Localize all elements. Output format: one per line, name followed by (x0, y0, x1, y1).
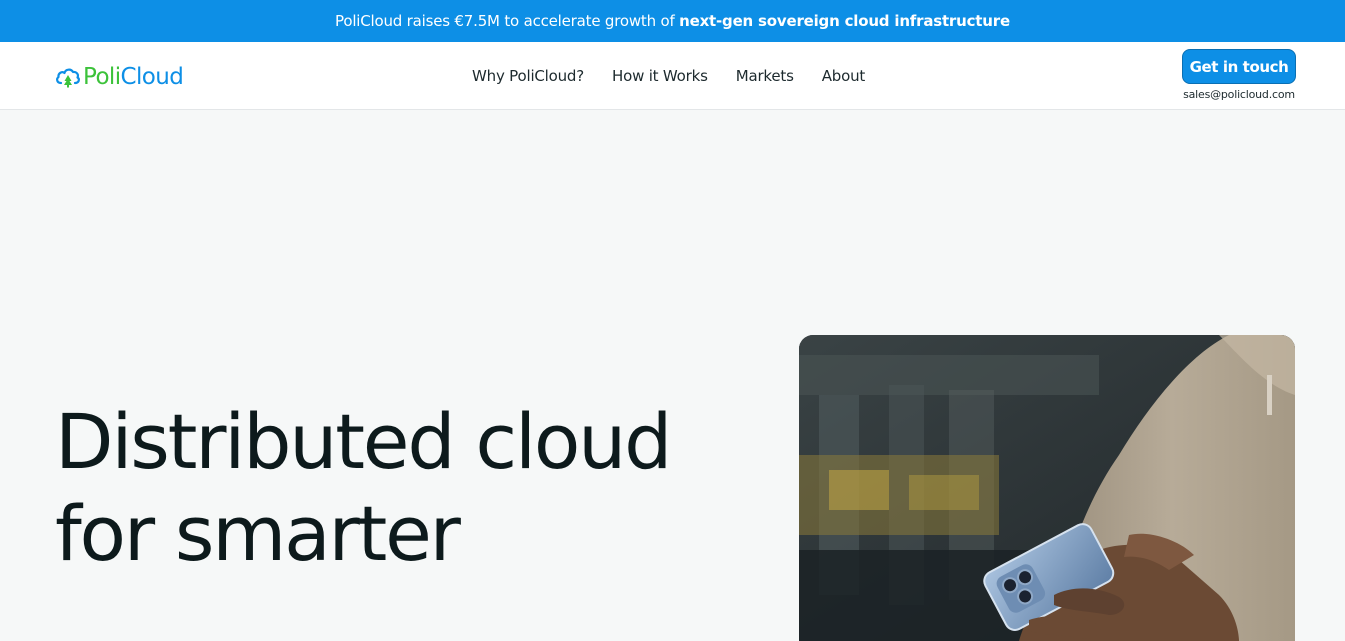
nav-why-policloud[interactable]: Why PoliCloud? (472, 67, 584, 85)
announcement-bar[interactable]: PoliCloud raises €7.5M to accelerate gro… (0, 0, 1345, 42)
cloud-tree-icon (55, 66, 81, 88)
main-nav: Why PoliCloud? How it Works Markets Abou… (472, 64, 865, 88)
get-in-touch-button[interactable]: Get in touch (1182, 49, 1296, 84)
hero-heading-line-2: for smarter (55, 489, 461, 578)
nav-markets[interactable]: Markets (736, 67, 794, 85)
announcement-highlight: next-gen sovereign cloud infrastructure (679, 12, 1010, 30)
hero-heading: Distributed cloud for smarter (55, 396, 755, 580)
hero-video-frame (799, 335, 1295, 641)
announcement-text: PoliCloud raises €7.5M to accelerate gro… (335, 12, 675, 30)
nav-about[interactable]: About (822, 67, 866, 85)
logo-link[interactable]: PoliCloud (55, 63, 184, 90)
brand-name: PoliCloud (83, 63, 184, 90)
nav-how-it-works[interactable]: How it Works (612, 67, 708, 85)
hero-video[interactable] (799, 335, 1295, 641)
hero-heading-line-1: Distributed cloud (55, 397, 672, 486)
sales-email-link[interactable]: sales@policloud.com (1183, 88, 1295, 101)
site-header: PoliCloud Why PoliCloud? How it Works Ma… (0, 42, 1345, 110)
